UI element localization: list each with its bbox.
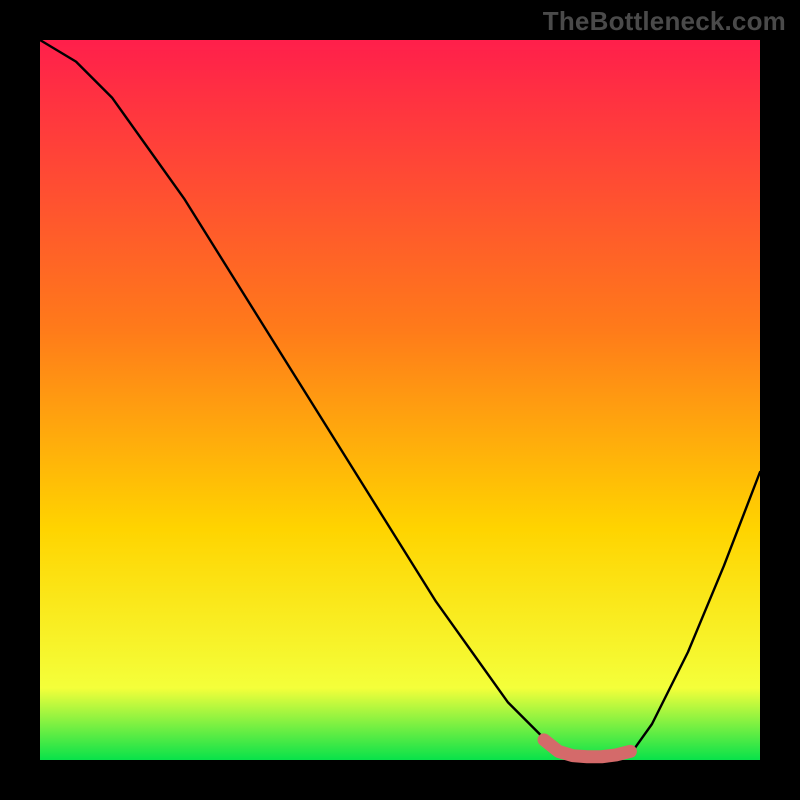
- watermark-text: TheBottleneck.com: [543, 6, 786, 37]
- bottleneck-chart: [0, 0, 800, 800]
- chart-frame: { "watermark": "TheBottleneck.com", "cha…: [0, 0, 800, 800]
